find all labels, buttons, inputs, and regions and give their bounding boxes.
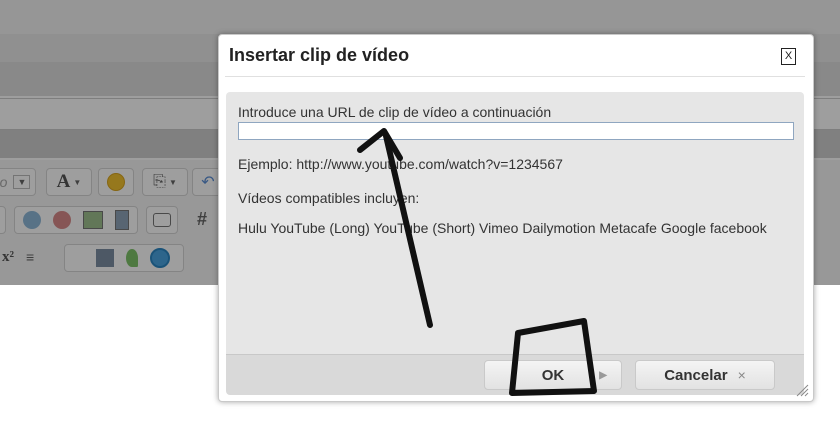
close-icon: ×: [737, 367, 746, 383]
cancel-button-label: Cancelar: [664, 366, 728, 384]
url-label: Introduce una URL de clip de vídeo a con…: [238, 104, 552, 120]
supported-sites-list: Hulu YouTube (Long) YouTube (Short) Vime…: [238, 220, 767, 236]
example-text: Ejemplo: http://www.youtube.com/watch?v=…: [238, 156, 563, 172]
chevron-right-icon: ▶: [599, 369, 607, 381]
close-button[interactable]: X: [781, 48, 796, 65]
dialog-body: Introduce una URL de clip de vídeo a con…: [226, 92, 804, 354]
supported-label: Vídeos compatibles incluyen:: [238, 190, 420, 206]
resize-handle-icon[interactable]: [795, 383, 809, 397]
cancel-button[interactable]: Cancelar ×: [635, 360, 775, 390]
dialog-footer: OK ▶ Cancelar ×: [226, 354, 804, 395]
ok-button[interactable]: OK ▶: [484, 360, 622, 390]
dialog-title: Insertar clip de vídeo: [229, 45, 410, 65]
url-input[interactable]: [238, 122, 794, 140]
video-clip-dialog: Insertar clip de vídeo X Introduce una U…: [218, 34, 814, 402]
title-divider: [225, 76, 805, 77]
ok-button-label: OK: [541, 366, 565, 384]
